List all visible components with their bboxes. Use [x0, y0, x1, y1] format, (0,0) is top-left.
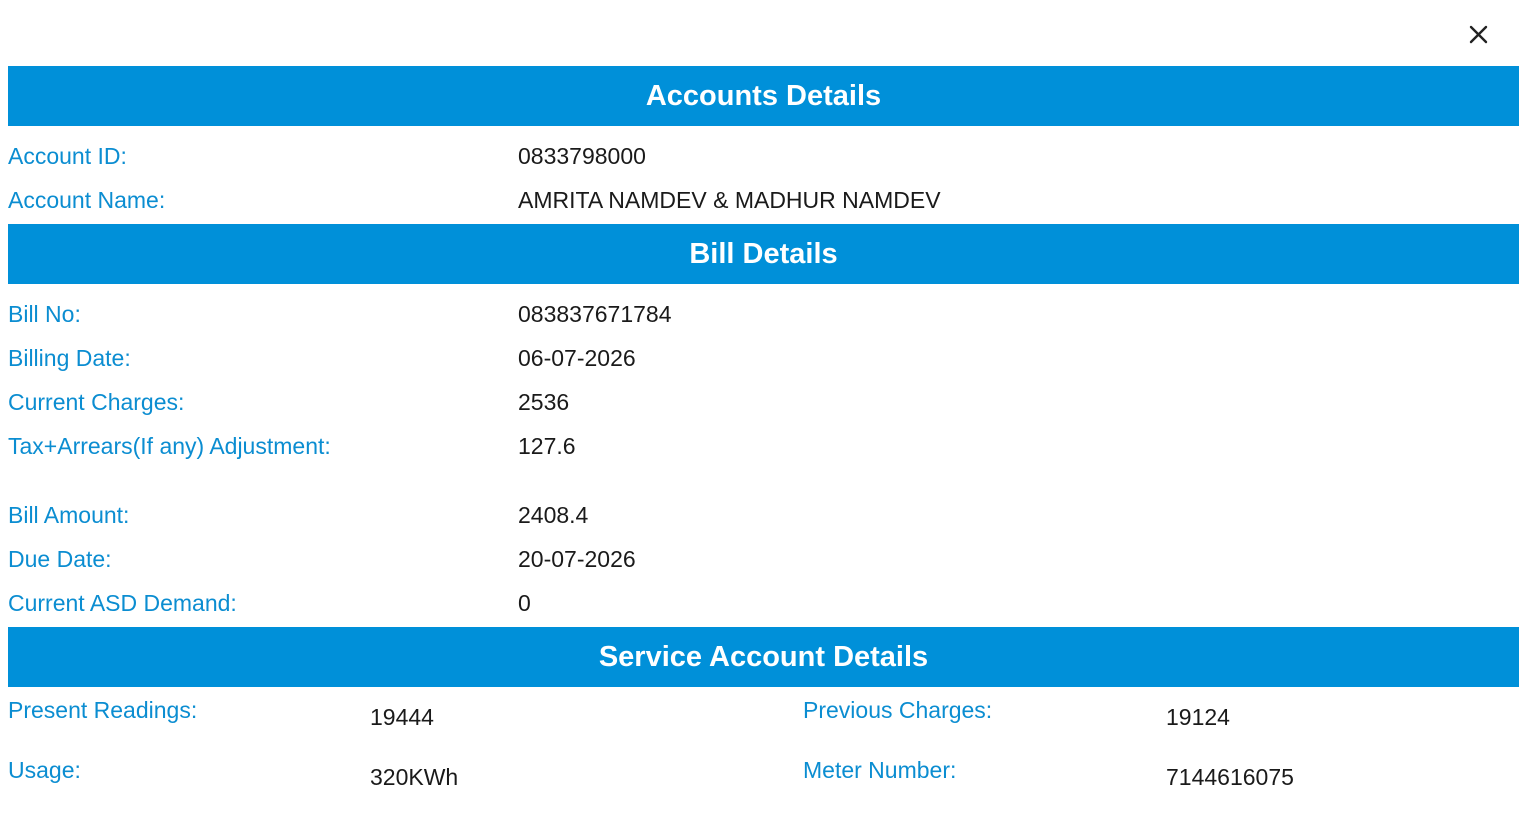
tax-arrears-label: Tax+Arrears(If any) Adjustment: — [8, 433, 331, 459]
bill-amount-value: 2408.4 — [518, 502, 589, 528]
due-date-row: Due Date: 20-07-2026 — [8, 544, 1519, 574]
meter-number-value: 7144616075 — [1166, 764, 1294, 790]
close-button[interactable] — [1464, 20, 1494, 50]
bill-details-header: Bill Details — [8, 224, 1519, 284]
asd-demand-value: 0 — [518, 590, 531, 616]
account-name-value: AMRITA NAMDEV & MADHUR NAMDEV — [518, 187, 941, 213]
billing-date-label: Billing Date: — [8, 345, 131, 371]
account-id-row: Account ID: 0833798000 — [8, 141, 1519, 171]
bill-amount-label: Bill Amount: — [8, 502, 130, 528]
usage-value: 320KWh — [370, 764, 459, 790]
billing-date-value: 06-07-2026 — [518, 345, 636, 371]
due-date-label: Due Date: — [8, 546, 112, 572]
present-readings-label: Present Readings: — [8, 697, 198, 723]
previous-charges-value: 19124 — [1166, 704, 1230, 730]
bill-no-label: Bill No: — [8, 301, 81, 327]
tax-arrears-row: Tax+Arrears(If any) Adjustment: 127.6 — [8, 431, 1519, 461]
tax-arrears-value: 127.6 — [518, 433, 576, 459]
current-charges-row: Current Charges: 2536 — [8, 387, 1519, 417]
bill-no-row: Bill No: 083837671784 — [8, 299, 1519, 329]
service-account-details-header: Service Account Details — [8, 627, 1519, 687]
bill-amount-row: Bill Amount: 2408.4 — [8, 500, 1519, 530]
present-readings-value: 19444 — [370, 704, 434, 730]
current-charges-label: Current Charges: — [8, 389, 185, 415]
bill-no-value: 083837671784 — [518, 301, 672, 327]
asd-demand-row: Current ASD Demand: 0 — [8, 588, 1519, 618]
asd-demand-label: Current ASD Demand: — [8, 590, 237, 616]
due-date-value: 20-07-2026 — [518, 546, 636, 572]
account-id-label: Account ID: — [8, 143, 127, 169]
account-id-value: 0833798000 — [518, 143, 646, 169]
usage-label: Usage: — [8, 757, 81, 783]
current-charges-value: 2536 — [518, 389, 570, 415]
service-account-details-title: Service Account Details — [598, 640, 929, 673]
billing-date-row: Billing Date: 06-07-2026 — [8, 343, 1519, 373]
account-name-label: Account Name: — [8, 187, 166, 213]
close-icon — [1469, 25, 1488, 44]
bill-details-title: Bill Details — [689, 237, 838, 270]
meter-number-label: Meter Number: — [803, 757, 957, 783]
account-name-row: Account Name: AMRITA NAMDEV & MADHUR NAM… — [8, 185, 1519, 215]
accounts-details-title: Accounts Details — [645, 79, 882, 112]
accounts-details-header: Accounts Details — [8, 66, 1519, 126]
bill-details-modal: Accounts Details Account ID: 0833798000 … — [0, 0, 1530, 826]
previous-charges-label: Previous Charges: — [803, 697, 993, 723]
